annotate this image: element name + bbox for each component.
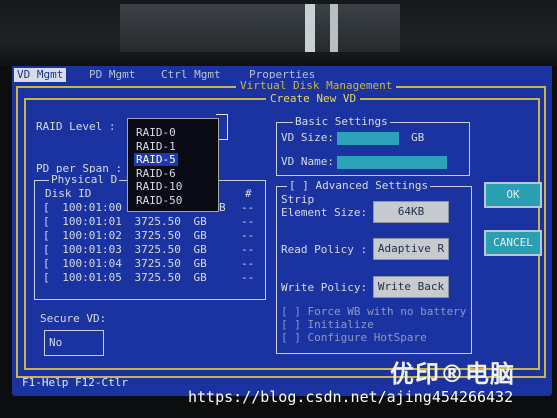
- raid-option-10[interactable]: RAID-10: [134, 180, 184, 193]
- vd-size-input[interactable]: [337, 132, 399, 145]
- raid-option-6[interactable]: RAID-6: [134, 167, 178, 180]
- basic-settings-panel: Basic Settings VD Size: GB VD Name:: [276, 115, 470, 176]
- watermark-url: https://blog.csdn.net/ajing454266432: [188, 388, 514, 406]
- disk-checkbox: [: [43, 243, 50, 256]
- secure-vd-label: Secure VD:: [40, 312, 107, 325]
- disk-unit: GB: [193, 229, 207, 242]
- element-size-select[interactable]: 64KB: [373, 201, 449, 223]
- help-hotkeys: F1-Help F12-Ctlr: [22, 376, 128, 389]
- secure-vd-select[interactable]: No: [44, 330, 104, 356]
- disk-row[interactable]: [ 100:01:05 3725.50 GB: [43, 271, 207, 284]
- disk-unit: GB: [193, 215, 207, 228]
- disk-checkbox: [: [43, 271, 50, 284]
- force-wb-checkbox[interactable]: [ ] Force WB with no battery: [281, 305, 466, 319]
- virtual-disk-management-frame: Virtual Disk Management Create New VD RA…: [16, 79, 546, 378]
- advanced-settings-panel: [ ] Advanced Settings Strip Element Size…: [276, 179, 472, 354]
- menu-vd-mgmt[interactable]: VD Mgmt: [14, 68, 67, 82]
- read-policy-select[interactable]: Adaptive R: [373, 238, 449, 260]
- disk-unit: GB: [193, 243, 207, 256]
- disk-checkbox: [: [43, 201, 50, 214]
- disk-id: 100:01:04: [62, 257, 122, 270]
- disk-size: 3725.50: [134, 243, 181, 256]
- frame-title: Virtual Disk Management: [236, 79, 397, 93]
- disk-size: 3725.50: [134, 257, 181, 270]
- ceiling-light-strip: [305, 4, 315, 52]
- ok-button[interactable]: OK: [484, 182, 542, 208]
- physical-disks-title: Physical D: [49, 173, 120, 187]
- disk-row[interactable]: [ 100:01:01 3725.50 GB: [43, 215, 207, 228]
- room-ceiling-background: [0, 0, 557, 66]
- disk-id-header: Disk ID: [45, 187, 92, 200]
- vd-name-input[interactable]: [337, 156, 447, 169]
- disk-row[interactable]: [ 100:01:03 3725.50 GB: [43, 243, 207, 256]
- disk-id: 100:01:01: [62, 215, 122, 228]
- disk-unit: GB: [193, 257, 207, 270]
- write-policy-label: Write Policy:: [281, 281, 368, 294]
- disk-row[interactable]: [ 100:01:02 3725.50 GB: [43, 229, 207, 242]
- disk-size: 3725.50: [134, 215, 181, 228]
- menu-ctrl-mgmt[interactable]: Ctrl Mgmt: [158, 68, 224, 82]
- disk-hash: --: [241, 229, 255, 242]
- element-size-label: Element Size:: [281, 206, 368, 219]
- raid-option-5-selected[interactable]: RAID-5: [134, 153, 178, 166]
- dialog-title: Create New VD: [266, 92, 361, 106]
- disk-size: 3725.50: [134, 229, 181, 242]
- bios-screen: VD Mgmt PD Mgmt Ctrl Mgmt Properties Vir…: [12, 66, 552, 396]
- raid-option-1[interactable]: RAID-1: [134, 140, 178, 153]
- disk-id: 100:01:00: [62, 201, 122, 214]
- footer-help: F1-Help F12-Ctlr: [22, 376, 128, 389]
- raid-option-0[interactable]: RAID-0: [134, 126, 178, 139]
- advanced-settings-checkbox[interactable]: [ ] Advanced Settings: [287, 179, 431, 193]
- disk-hash: --: [241, 215, 255, 228]
- write-policy-select[interactable]: Write Back: [373, 276, 449, 298]
- disk-checkbox: [: [43, 229, 50, 242]
- create-new-vd-dialog: Create New VD RAID Level : PD per Span :…: [24, 92, 542, 370]
- watermark-brand-logo: 优印®电脑: [390, 360, 515, 388]
- disk-hash: --: [241, 271, 255, 284]
- disk-unit: GB: [193, 271, 207, 284]
- disk-hash: --: [241, 201, 255, 214]
- disk-id: 100:01:03: [62, 243, 122, 256]
- disk-hash: --: [241, 257, 255, 270]
- disk-id: 100:01:02: [62, 229, 122, 242]
- disk-id: 100:01:05: [62, 271, 122, 284]
- cancel-button[interactable]: CANCEL: [484, 230, 542, 256]
- raid-level-dropdown[interactable]: RAID-0 RAID-1 RAID-5 RAID-6 RAID-10 RAID…: [127, 118, 219, 212]
- disk-row[interactable]: [ 100:01:00 B: [43, 201, 226, 214]
- basic-settings-title: Basic Settings: [293, 115, 390, 129]
- disk-checkbox: [: [43, 257, 50, 270]
- ceiling-light-strip: [330, 4, 338, 52]
- menu-pd-mgmt[interactable]: PD Mgmt: [86, 68, 138, 82]
- raid-level-label: RAID Level :: [36, 120, 116, 133]
- initialize-checkbox[interactable]: [ ] Initialize: [281, 318, 374, 332]
- read-policy-label: Read Policy :: [281, 243, 368, 256]
- disk-checkbox: [: [43, 215, 50, 228]
- strip-label: Strip: [281, 193, 315, 206]
- configure-hotspare-checkbox[interactable]: [ ] Configure HotSpare: [281, 331, 427, 345]
- vd-size-unit: GB: [411, 131, 425, 144]
- vd-name-label: VD Name:: [281, 155, 334, 168]
- vd-size-label: VD Size:: [281, 131, 334, 144]
- disk-size: 3725.50: [134, 271, 181, 284]
- disk-row[interactable]: [ 100:01:04 3725.50 GB: [43, 257, 207, 270]
- disk-unit: B: [219, 201, 226, 214]
- hash-column-header: #: [245, 187, 252, 200]
- ceiling-window: [120, 4, 400, 52]
- raid-option-50[interactable]: RAID-50: [134, 194, 184, 207]
- disk-hash: --: [241, 243, 255, 256]
